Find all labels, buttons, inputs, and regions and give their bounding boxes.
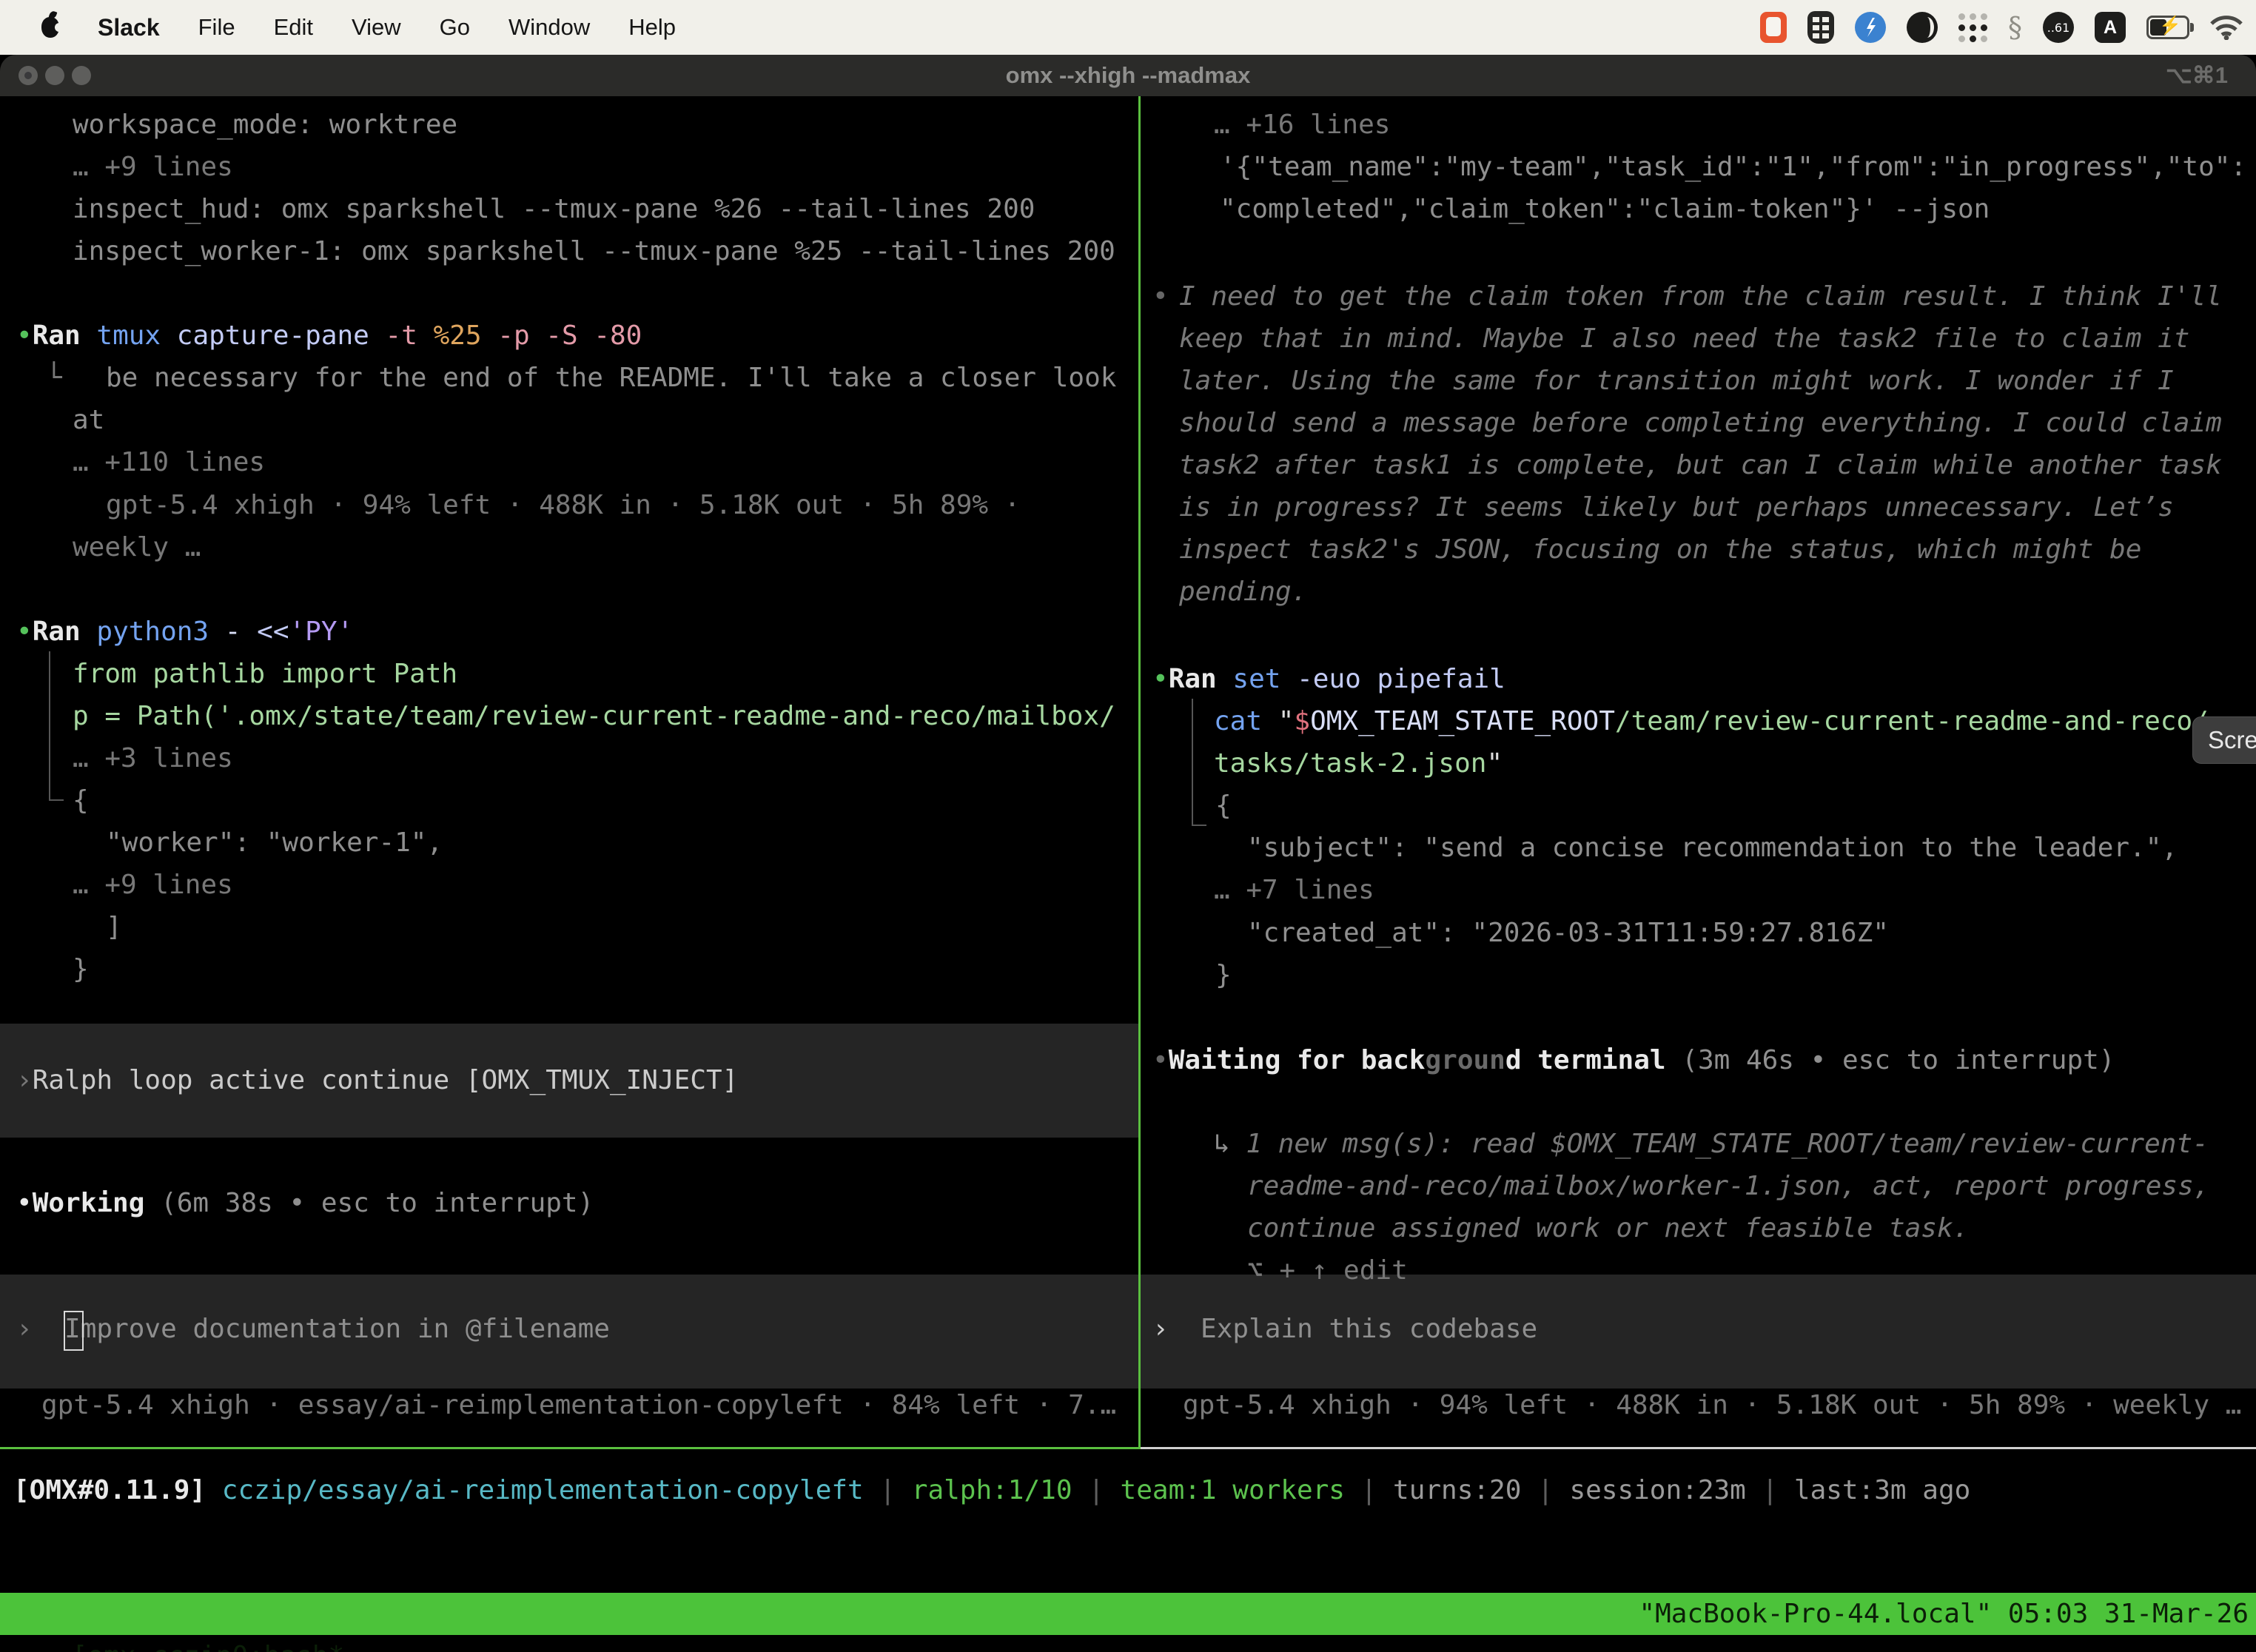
left-pane-statusline: gpt-5.4 xhigh · essay/ai-reimplementatio… [41,1384,1116,1426]
screen: Slack File Edit View Go Window Help § ..… [0,0,2256,1652]
log-line: inspect_worker-1: omx sparkshell --tmux-… [73,230,1115,272]
menu-app-name[interactable]: Slack [98,14,160,41]
log-line: "completed","claim_token":"claim-token"}… [1220,188,1990,230]
a-key-icon[interactable]: A [2095,12,2126,43]
ran-tmux-line: •Ran tmux capture-pane -t %25 -p -S -80 [16,315,642,357]
window-titlebar[interactable]: omx --xhigh --madmax ⌥⌘1 [0,55,2256,96]
right-pane-bottom-border [1141,1447,2256,1449]
ran-python-line: •Ran python3 - <<'PY' [16,611,353,653]
output-line: { [73,779,89,822]
code-line: from pathlib import Path [73,653,457,695]
menu-bar: Slack File Edit View Go Window Help § ..… [0,0,2256,55]
tmux-session-label[interactable]: [omx-cczip0:bash* [64,1641,344,1652]
prompt-chevron-icon: › [16,1065,33,1095]
log-line: inspect_hud: omx sparkshell --tmux-pane … [73,188,1035,230]
menu-file[interactable]: File [198,14,235,41]
bullet-icon: • [16,320,33,351]
output-line: … +3 lines [73,737,233,779]
window-shortcut: ⌥⌘1 [2166,55,2228,96]
output-line: gpt-5.4 xhigh · 94% left · 488K in · 5.1… [106,484,1020,526]
inject-status-line: ›Ralph loop active continue [OMX_TMUX_IN… [16,1059,738,1101]
omx-hud-line: [OMX#0.11.9] cczip/essay/ai-reimplementa… [13,1469,1970,1511]
output-line: } [73,948,89,990]
return-arrow-icon: ↳ [1214,1129,1230,1159]
thinking-line: later. Using the same for transition mig… [1179,360,2174,402]
thinking-line: pending. [1179,571,1307,613]
thinking-line: keep that in mind. Maybe I also need the… [1179,318,2189,360]
cat-command-line: cat "$OMX_TEAM_STATE_ROOT/team/review-cu… [1214,700,2209,742]
screen-tooltip: Scre [2192,716,2256,764]
tree-elbow [1192,699,1206,826]
output-line: be necessary for the end of the README. … [106,357,1116,399]
log-line: … +9 lines [73,146,233,188]
output-line: { [1215,785,1232,827]
right-pane-statusline: gpt-5.4 xhigh · 94% left · 488K in · 5.1… [1183,1384,2241,1426]
code-line: p = Path('.omx/state/team/review-current… [73,695,1115,737]
ran-set-line: •Ran set -euo pipefail [1152,658,1505,700]
apple-menu-icon[interactable] [41,17,59,38]
log-line: '{"team_name":"my-team","task_id":"1","f… [1220,146,2246,188]
working-status-line: •Working (6m 38s • esc to interrupt) [16,1182,594,1224]
placeholder-text: Explain this codebase [1201,1314,1537,1344]
bullet-icon: • [1152,664,1169,694]
arc-browser-icon[interactable] [1907,12,1938,43]
menu-window[interactable]: Window [508,14,590,41]
shield-grid-icon[interactable] [1807,11,1834,44]
dots-grid-icon[interactable] [1958,13,1987,42]
menu-help[interactable]: Help [628,14,676,41]
thinking-line: I need to get the claim token from the c… [1179,275,2222,318]
elbow-glyph: └ [46,357,62,399]
battery-icon[interactable]: ⚡ [2146,16,2189,39]
output-line: … +9 lines [73,864,233,906]
output-line: "subject": "send a concise recommendatio… [1247,827,2178,869]
log-line: … +16 lines [1214,104,1390,146]
log-line: workspace_mode: worktree [73,104,457,146]
thinking-line: task2 after task1 is complete, but can I… [1179,444,2222,486]
wifi-icon[interactable] [2210,15,2243,40]
menu-view[interactable]: View [352,14,401,41]
output-line: ] [106,906,122,948]
tmux-pane-divider[interactable] [1138,96,1141,1449]
prompt-chevron-icon: › [1152,1314,1169,1344]
left-pane-bottom-border [0,1447,1141,1449]
output-line: … +110 lines [73,441,265,483]
mailbox-msg-line: readme-and-reco/mailbox/worker-1.json, a… [1247,1165,2209,1207]
output-line: … +7 lines [1214,869,1374,911]
mailbox-msg-line: continue assigned work or next feasible … [1247,1207,1969,1249]
bolt-circle-icon[interactable] [1855,12,1886,43]
edit-shortcut-hint: ⌥ + ↑ edit [1247,1249,1408,1292]
tree-elbow [49,651,64,801]
output-line: } [1215,954,1232,996]
output-line: "created_at": "2026-03-31T11:59:27.816Z" [1247,912,1889,954]
text-cursor [64,1311,84,1351]
output-line: weekly … [73,526,201,568]
right-prompt-input[interactable]: › Explain this codebase [1152,1308,1537,1350]
thinking-line: should send a message before completing … [1179,402,2222,444]
cat-command-line: tasks/task-2.json" [1214,742,1503,785]
left-prompt-input[interactable]: › Improve documentation in @filename [16,1308,610,1350]
tmux-status-bar: [omx-cczip0:bash* "MacBook-Pro-44.local"… [0,1593,2256,1635]
menu-go[interactable]: Go [440,14,470,41]
screenshot-app-icon[interactable] [1760,12,1787,43]
prompt-chevron-icon: › [16,1314,33,1344]
bullet-icon: • [1152,1045,1169,1075]
thinking-line: is in progress? It seems likely but perh… [1179,486,2174,528]
waiting-status-line: •Waiting for background terminal (3m 46s… [1152,1039,2115,1081]
mailbox-msg-line: ↳ 1 new msg(s): read $OMX_TEAM_STATE_ROO… [1214,1123,2209,1165]
tailscale-icon[interactable]: § [2008,11,2022,44]
tmux-host-clock: "MacBook-Pro-44.local" 05:03 31-Mar-26 [1639,1593,2249,1635]
thinking-line: inspect task2's JSON, focusing on the st… [1179,528,2141,571]
bullet-icon: • [1152,275,1169,318]
placeholder-text: mprove documentation in @filename [81,1314,610,1344]
window-title: omx --xhigh --madmax [0,55,2256,96]
bullet-icon: • [16,617,33,647]
output-line: at [73,399,104,441]
output-line: "worker": "worker-1", [106,822,443,864]
battery-percent-badge-icon[interactable]: ..61 [2043,12,2074,43]
bullet-icon: • [16,1188,33,1218]
menu-edit[interactable]: Edit [274,14,313,41]
